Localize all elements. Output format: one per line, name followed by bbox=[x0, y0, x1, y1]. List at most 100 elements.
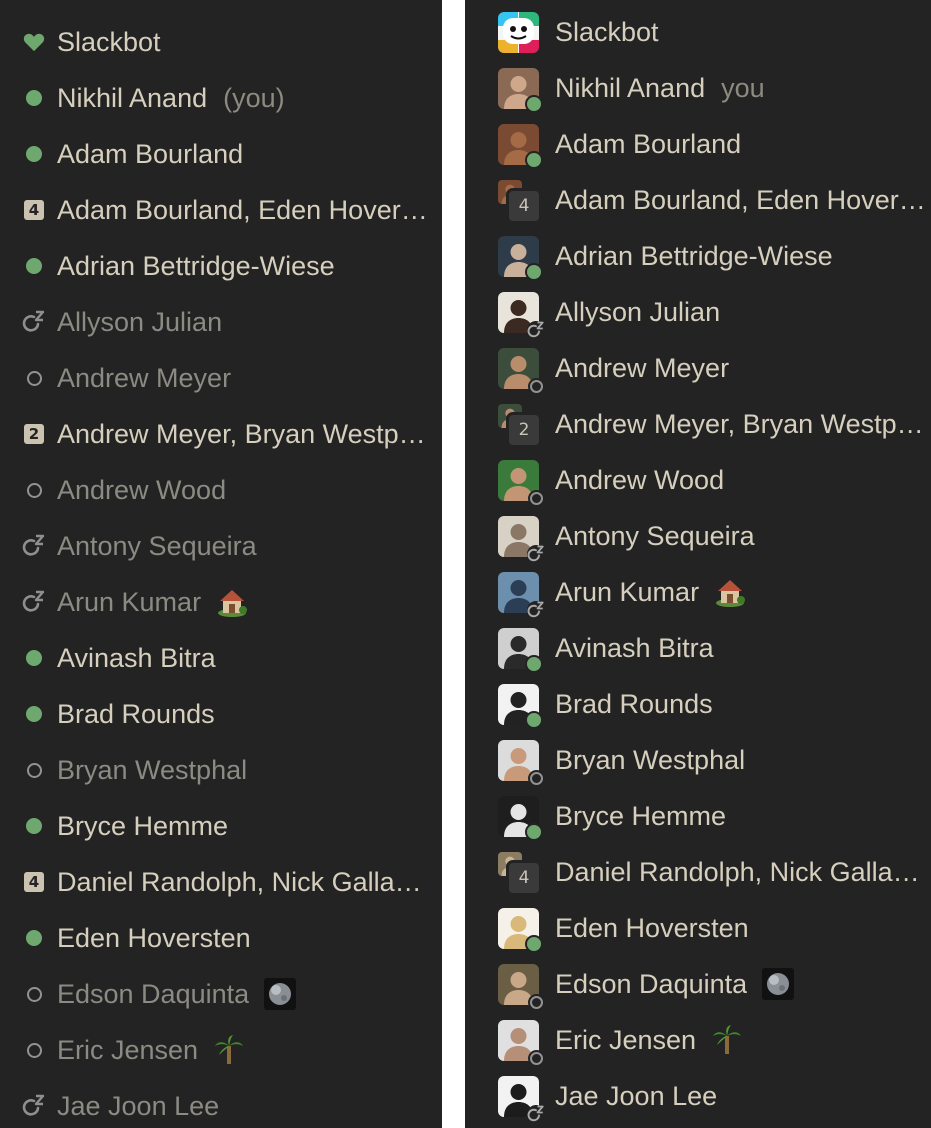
avatar bbox=[498, 291, 545, 339]
conversation-row[interactable]: Brad Rounds bbox=[465, 676, 931, 732]
conversation-row[interactable]: 2 Andrew Meyer, Bryan Westphal bbox=[465, 396, 931, 452]
conversation-name: Arun Kumar bbox=[555, 576, 700, 607]
conversation-name: Eric Jensen bbox=[57, 1034, 199, 1065]
conversation-row[interactable]: Andrew Wood bbox=[465, 452, 931, 508]
conversation-row[interactable]: Slackbot bbox=[0, 14, 442, 70]
conversation-row[interactable]: Avinash Bitra bbox=[0, 630, 442, 686]
conversation-row[interactable]: 4 Adam Bourland, Eden Hoversten bbox=[465, 172, 931, 228]
conversation-row[interactable]: Edson Daquinta bbox=[0, 966, 442, 1022]
conversation-row[interactable]: Adrian Bettridge-Wiese bbox=[0, 238, 442, 294]
conversation-name: Adrian Bettridge-Wiese bbox=[57, 250, 335, 281]
conversation-name: Brad Rounds bbox=[555, 688, 713, 719]
conversation-name: Adam Bourland bbox=[555, 128, 742, 159]
conversation-row[interactable]: 2 Andrew Meyer, Bryan Westphal bbox=[0, 406, 442, 462]
conversation-row[interactable]: Eric Jensen bbox=[465, 1012, 931, 1068]
member-count: 4 bbox=[506, 187, 542, 224]
conversation-row[interactable]: Jae Joon Lee bbox=[465, 1068, 931, 1124]
avatar bbox=[498, 67, 543, 113]
avatar bbox=[498, 235, 543, 281]
conversation-name: Avinash Bitra bbox=[57, 642, 216, 673]
conversation-name: Adam Bourland bbox=[57, 138, 244, 169]
member-count-badge: 4 bbox=[22, 870, 46, 894]
conversation-row[interactable]: Eric Jensen bbox=[0, 1022, 442, 1078]
conversation-name: Daniel Randolph, Nick Gallagher bbox=[555, 856, 930, 887]
active-status-icon bbox=[525, 654, 543, 673]
conversation-row[interactable]: Antony Sequeira bbox=[0, 518, 442, 574]
conversation-name: Eden Hoversten bbox=[57, 922, 251, 953]
conversation-row[interactable]: Bryan Westphal bbox=[0, 742, 442, 798]
away-status-icon bbox=[530, 1051, 543, 1065]
conversation-row[interactable]: Nikhil Anand you bbox=[465, 60, 931, 116]
conversation-name: Antony Sequeira bbox=[555, 520, 755, 551]
conversation-row[interactable]: Adam Bourland bbox=[465, 116, 931, 172]
group-avatar: 4 bbox=[498, 179, 542, 224]
conversation-name: Andrew Meyer, Bryan Westphal bbox=[555, 408, 930, 439]
member-count-badge: 2 bbox=[22, 422, 46, 446]
sidebar-list-avatars: Slackbot Nikhil Anand you Adam Bourland 4 Ada… bbox=[465, 0, 931, 1128]
conversation-row[interactable]: Arun Kumar bbox=[0, 574, 442, 630]
avatar bbox=[498, 515, 545, 563]
conversation-name: Adam Bourland, Eden Hoversten bbox=[57, 194, 429, 225]
conversation-row[interactable]: Slackbot bbox=[465, 4, 931, 60]
active-status-icon bbox=[525, 262, 543, 281]
conversation-row[interactable]: Arun Kumar bbox=[465, 564, 931, 620]
house-icon bbox=[713, 575, 747, 609]
snooze-icon bbox=[22, 534, 46, 558]
conversation-row[interactable]: Allyson Julian bbox=[465, 284, 931, 340]
conversation-row[interactable]: Edson Daquinta bbox=[465, 956, 931, 1012]
conversation-row[interactable]: Avinash Bitra bbox=[465, 620, 931, 676]
active-status-icon bbox=[525, 710, 543, 729]
snooze-icon bbox=[527, 544, 545, 563]
avatar bbox=[498, 123, 543, 169]
away-status-icon bbox=[530, 491, 543, 505]
heart-icon bbox=[22, 30, 46, 54]
conversation-name: Daniel Randolph, Nick Gallagher bbox=[57, 866, 429, 897]
conversation-row[interactable]: Eden Hoversten bbox=[0, 910, 442, 966]
avatar bbox=[498, 683, 543, 729]
conversation-row[interactable]: 4 Daniel Randolph, Nick Gallagher bbox=[465, 844, 931, 900]
conversation-name: Andrew Meyer, Bryan Westphal bbox=[57, 418, 429, 449]
conversation-row[interactable]: Adrian Bettridge-Wiese bbox=[465, 228, 931, 284]
away-status-icon bbox=[22, 758, 46, 782]
conversation-name: Antony Sequeira bbox=[57, 530, 257, 561]
avatar bbox=[498, 739, 543, 785]
conversation-name: Nikhil Anand bbox=[555, 72, 706, 103]
active-status-icon bbox=[22, 254, 46, 278]
conversation-name: Bryan Westphal bbox=[57, 754, 248, 785]
conversation-name: Andrew Meyer bbox=[57, 362, 232, 393]
conversation-name: Bryan Westphal bbox=[555, 744, 746, 775]
conversation-row[interactable]: Jae Joon Lee bbox=[0, 1078, 442, 1128]
conversation-name: Edson Daquinta bbox=[57, 978, 250, 1009]
active-status-icon bbox=[22, 646, 46, 670]
member-count: 4 bbox=[506, 859, 542, 896]
conversation-name: Arun Kumar bbox=[57, 586, 202, 617]
conversation-row[interactable]: Eden Hoversten bbox=[465, 900, 931, 956]
conversation-row[interactable]: Andrew Meyer bbox=[0, 350, 442, 406]
conversation-row[interactable]: 4 Adam Bourland, Eden Hoversten bbox=[0, 182, 442, 238]
slackbot-avatar bbox=[498, 11, 539, 53]
conversation-row[interactable]: Allyson Julian bbox=[0, 294, 442, 350]
you-indicator: you bbox=[721, 72, 765, 103]
conversation-row[interactable]: Adam Bourland bbox=[0, 126, 442, 182]
conversation-row[interactable]: Andrew Meyer bbox=[465, 340, 931, 396]
conversation-row[interactable]: Bryce Hemme bbox=[465, 788, 931, 844]
conversation-name: Jae Joon Lee bbox=[57, 1090, 220, 1121]
away-status-icon bbox=[22, 982, 46, 1006]
conversation-row[interactable]: Bryce Hemme bbox=[0, 798, 442, 854]
conversation-name: Andrew Wood bbox=[57, 474, 227, 505]
snooze-icon bbox=[527, 600, 545, 619]
avatar bbox=[498, 627, 543, 673]
avatar bbox=[498, 963, 543, 1009]
conversation-row[interactable]: Brad Rounds bbox=[0, 686, 442, 742]
conversation-row[interactable]: Bryan Westphal bbox=[465, 732, 931, 788]
active-status-icon bbox=[22, 814, 46, 838]
conversation-row[interactable]: Antony Sequeira bbox=[465, 508, 931, 564]
away-status-icon bbox=[530, 995, 543, 1009]
active-status-icon bbox=[525, 822, 543, 841]
conversation-name: Avinash Bitra bbox=[555, 632, 714, 663]
conversation-row[interactable]: Andrew Wood bbox=[0, 462, 442, 518]
palm-tree-icon bbox=[710, 1023, 744, 1057]
conversation-row[interactable]: 4 Daniel Randolph, Nick Gallagher bbox=[0, 854, 442, 910]
conversation-row[interactable]: Nikhil Anand (you) bbox=[0, 70, 442, 126]
away-status-icon bbox=[530, 771, 543, 785]
